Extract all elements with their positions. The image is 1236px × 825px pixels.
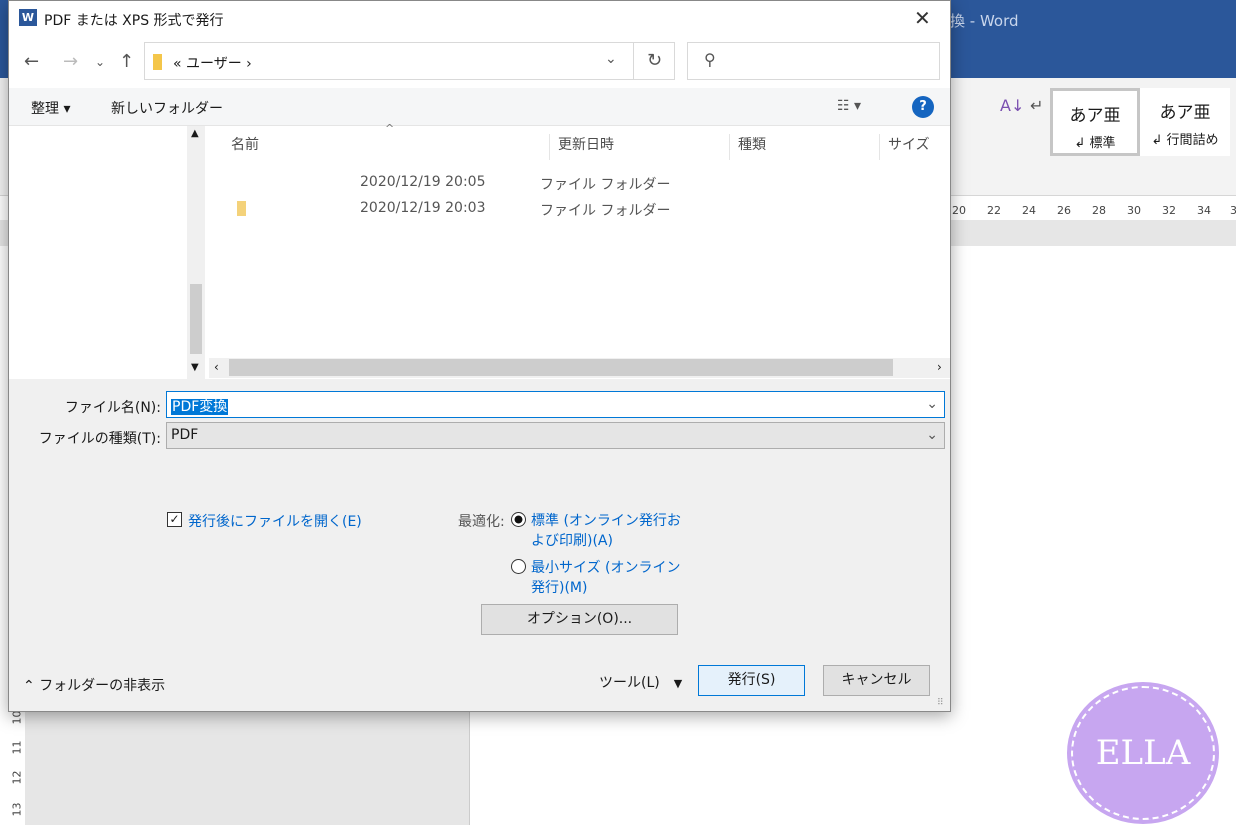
- recent-locations-chevron-icon[interactable]: ⌄: [95, 55, 105, 69]
- forward-arrow-icon[interactable]: →: [63, 51, 78, 72]
- style-no-spacing[interactable]: あア亜 ↲ 行間詰め: [1140, 88, 1230, 156]
- type-cell: ファイル フォルダー: [540, 203, 671, 219]
- type-cell: ファイル フォルダー: [540, 177, 671, 193]
- style-sample: あア亜: [1159, 103, 1211, 123]
- ruler-tick: 26: [1057, 204, 1071, 217]
- back-arrow-icon[interactable]: ←: [24, 51, 39, 72]
- word-app-icon: W: [19, 9, 37, 26]
- navigation-pane[interactable]: [9, 126, 205, 379]
- address-bar[interactable]: « ユーザー › ⌄ ↻: [144, 42, 675, 80]
- options-button[interactable]: オプション(O)...: [481, 604, 678, 635]
- close-button[interactable]: ✕: [914, 6, 931, 30]
- ruler-tick: 3: [1230, 204, 1236, 217]
- ruler-tick: 20: [952, 204, 966, 217]
- sort-icon[interactable]: A↓: [1000, 96, 1024, 115]
- refresh-button[interactable]: ↻: [633, 43, 675, 79]
- ruler-tick: 11: [10, 740, 24, 755]
- style-name: ↲ 行間詰め: [1151, 133, 1219, 148]
- filename-input[interactable]: PDF変換 ⌄: [166, 391, 945, 418]
- ruler-tick: 22: [987, 204, 1001, 217]
- hide-folders-label: フォルダーの非表示: [39, 678, 166, 694]
- scroll-left-icon[interactable]: ‹: [214, 360, 219, 374]
- organize-menu[interactable]: 整理 ▾: [31, 98, 70, 118]
- chevron-down-icon[interactable]: ⌄: [926, 396, 938, 412]
- horizontal-scrollbar[interactable]: ‹ ›: [209, 358, 950, 378]
- publish-button[interactable]: 発行(S): [698, 665, 805, 696]
- filetype-label: ファイルの種類(T):: [38, 431, 161, 447]
- scroll-thumb[interactable]: [190, 284, 202, 354]
- chevron-up-icon: ⌃: [23, 678, 40, 694]
- scroll-thumb[interactable]: [229, 359, 893, 376]
- column-name[interactable]: 名前: [223, 134, 550, 160]
- optimize-standard-radio[interactable]: [511, 512, 526, 527]
- open-after-publish-checkbox[interactable]: ✓: [167, 512, 182, 527]
- optimize-label: 最適化:: [458, 514, 505, 530]
- filetype-select[interactable]: PDF ⌄: [166, 422, 945, 449]
- scroll-up-icon[interactable]: ▲: [191, 128, 199, 139]
- resize-grip-icon[interactable]: ⠿: [937, 698, 944, 708]
- optimize-minimum-label[interactable]: 最小サイズ (オンライン発行)(M): [531, 558, 681, 598]
- chevron-down-icon[interactable]: ⌄: [926, 427, 938, 443]
- dropdown-arrow-icon: ▼: [673, 677, 683, 690]
- table-row[interactable]: 2020/12/19 20:03 ファイル フォルダー: [205, 197, 950, 221]
- ruler-tick: 10: [10, 710, 24, 725]
- ruler-tick: 32: [1162, 204, 1176, 217]
- folder-icon: [237, 201, 246, 216]
- ruler-tick: 13: [10, 802, 24, 817]
- folder-icon: [153, 54, 162, 70]
- scroll-right-icon[interactable]: ›: [937, 360, 942, 374]
- style-name: ↲ 標準: [1074, 136, 1116, 151]
- publish-pdf-dialog: W PDF または XPS 形式で発行 ✕ ← → ⌄ ↑ « ユーザー › ⌄…: [8, 0, 951, 712]
- column-modified[interactable]: 更新日時: [550, 134, 730, 160]
- search-input[interactable]: ⚲: [687, 42, 940, 80]
- column-type[interactable]: 種類: [730, 134, 880, 160]
- paragraph-mark-icon[interactable]: ↵: [1030, 96, 1043, 115]
- table-row[interactable]: 2020/12/19 20:05 ファイル フォルダー: [205, 171, 950, 195]
- help-icon[interactable]: ?: [912, 96, 934, 118]
- optimize-standard-label[interactable]: 標準 (オンライン発行および印刷)(A): [531, 511, 681, 551]
- nav-scrollbar[interactable]: ▲ ▼: [187, 126, 205, 379]
- search-icon: ⚲: [704, 50, 716, 69]
- filename-label: ファイル名(N):: [64, 400, 161, 416]
- filename-value: PDF変換: [171, 399, 229, 415]
- breadcrumb[interactable]: « ユーザー ›: [173, 53, 252, 73]
- modified-cell: 2020/12/19 20:05: [360, 174, 486, 190]
- ruler-tick: 24: [1022, 204, 1036, 217]
- chevron-down-icon[interactable]: ⌄: [605, 51, 617, 67]
- scroll-down-icon[interactable]: ▼: [191, 362, 199, 373]
- ruler-tick: 30: [1127, 204, 1141, 217]
- hide-folders-button[interactable]: ⌃ フォルダーの非表示: [23, 675, 165, 695]
- optimize-minimum-radio[interactable]: [511, 559, 526, 574]
- dialog-title: PDF または XPS 形式で発行: [44, 13, 224, 29]
- file-list: ^ 名前 更新日時 種類 サイズ 2020/12/19 20:05 ファイル フ…: [205, 122, 950, 379]
- open-after-publish-label[interactable]: 発行後にファイルを開く(E): [188, 511, 362, 531]
- cancel-button[interactable]: キャンセル: [823, 665, 930, 696]
- ruler-tick: 12: [10, 770, 24, 785]
- column-size[interactable]: サイズ: [880, 134, 950, 160]
- dialog-toolbar: 整理 ▾ 新しいフォルダー ☷ ▾ ?: [9, 88, 950, 126]
- view-options-icon[interactable]: ☷ ▾: [837, 98, 861, 114]
- word-title: 換 - Word: [950, 12, 1019, 30]
- up-arrow-icon[interactable]: ↑: [119, 51, 134, 72]
- style-sample: あア亜: [1069, 106, 1121, 126]
- ella-watermark-logo: ELLA: [1067, 682, 1219, 824]
- new-folder-button[interactable]: 新しいフォルダー: [111, 98, 223, 118]
- tools-label: ツール(L): [599, 675, 660, 691]
- filetype-value: PDF: [171, 427, 199, 443]
- modified-cell: 2020/12/19 20:03: [360, 200, 486, 216]
- tools-menu[interactable]: ツール(L) ▼: [599, 672, 682, 692]
- style-normal[interactable]: あア亜 ↲ 標準: [1050, 88, 1140, 156]
- ruler-tick: 34: [1197, 204, 1211, 217]
- ruler-tick: 28: [1092, 204, 1106, 217]
